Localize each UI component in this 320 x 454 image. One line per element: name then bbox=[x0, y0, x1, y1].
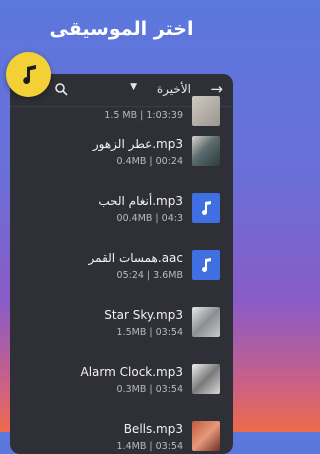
track-thumbnail bbox=[192, 364, 220, 394]
track-name: Star Sky.mp3 bbox=[104, 308, 183, 322]
list-item[interactable]: همسات القمر.aac 05:24 | 3.6MB bbox=[10, 240, 233, 297]
track-list: 1.5 MB | 1:03:39 عطر الزهور.mp3 0.4MB | … bbox=[10, 96, 233, 454]
track-meta: 00.4MB | 04:3 bbox=[116, 213, 183, 224]
list-item[interactable]: عطر الزهور.mp3 0.4MB | 00:24 bbox=[10, 126, 233, 183]
chevron-down-icon[interactable]: ▼ bbox=[130, 82, 137, 92]
list-item[interactable]: 1.5 MB | 1:03:39 bbox=[10, 96, 233, 126]
search-icon[interactable] bbox=[54, 82, 68, 96]
track-name: Bells.mp3 bbox=[123, 422, 183, 436]
list-item[interactable]: Star Sky.mp3 1.5MB | 03:54 bbox=[10, 297, 233, 354]
list-item[interactable]: أنغام الحب.mp3 00.4MB | 04:3 bbox=[10, 183, 233, 240]
page-title: اختر الموسيقى bbox=[49, 18, 194, 40]
track-name: أنغام الحب.mp3 bbox=[98, 194, 183, 208]
track-name: همسات القمر.aac bbox=[88, 251, 183, 265]
list-item[interactable]: Bells.mp3 1.4MB | 03:54 bbox=[10, 411, 233, 454]
track-meta: 1.4MB | 03:54 bbox=[116, 441, 183, 452]
track-name: Alarm Clock.mp3 bbox=[80, 365, 183, 379]
music-note-icon bbox=[192, 193, 220, 223]
track-thumbnail bbox=[192, 421, 220, 451]
music-note-icon bbox=[192, 250, 220, 280]
track-meta: 0.3MB | 03:54 bbox=[116, 384, 183, 395]
music-note-icon[interactable] bbox=[6, 52, 51, 97]
track-meta: 1.5 MB | 1:03:39 bbox=[104, 110, 183, 121]
track-meta: 05:24 | 3.6MB bbox=[116, 270, 183, 281]
track-thumbnail bbox=[192, 96, 220, 126]
track-thumbnail bbox=[192, 136, 220, 166]
sort-dropdown-label[interactable]: الأخيرة bbox=[157, 82, 191, 96]
track-thumbnail bbox=[192, 307, 220, 337]
track-meta: 1.5MB | 03:54 bbox=[116, 327, 183, 338]
list-item[interactable]: Alarm Clock.mp3 0.3MB | 03:54 bbox=[10, 354, 233, 411]
track-name: عطر الزهور.mp3 bbox=[92, 137, 183, 151]
track-meta: 0.4MB | 00:24 bbox=[116, 156, 183, 167]
music-picker-panel: → الأخيرة ▼ 1.5 MB | 1:03:39 عطر الزهور.… bbox=[10, 74, 233, 454]
